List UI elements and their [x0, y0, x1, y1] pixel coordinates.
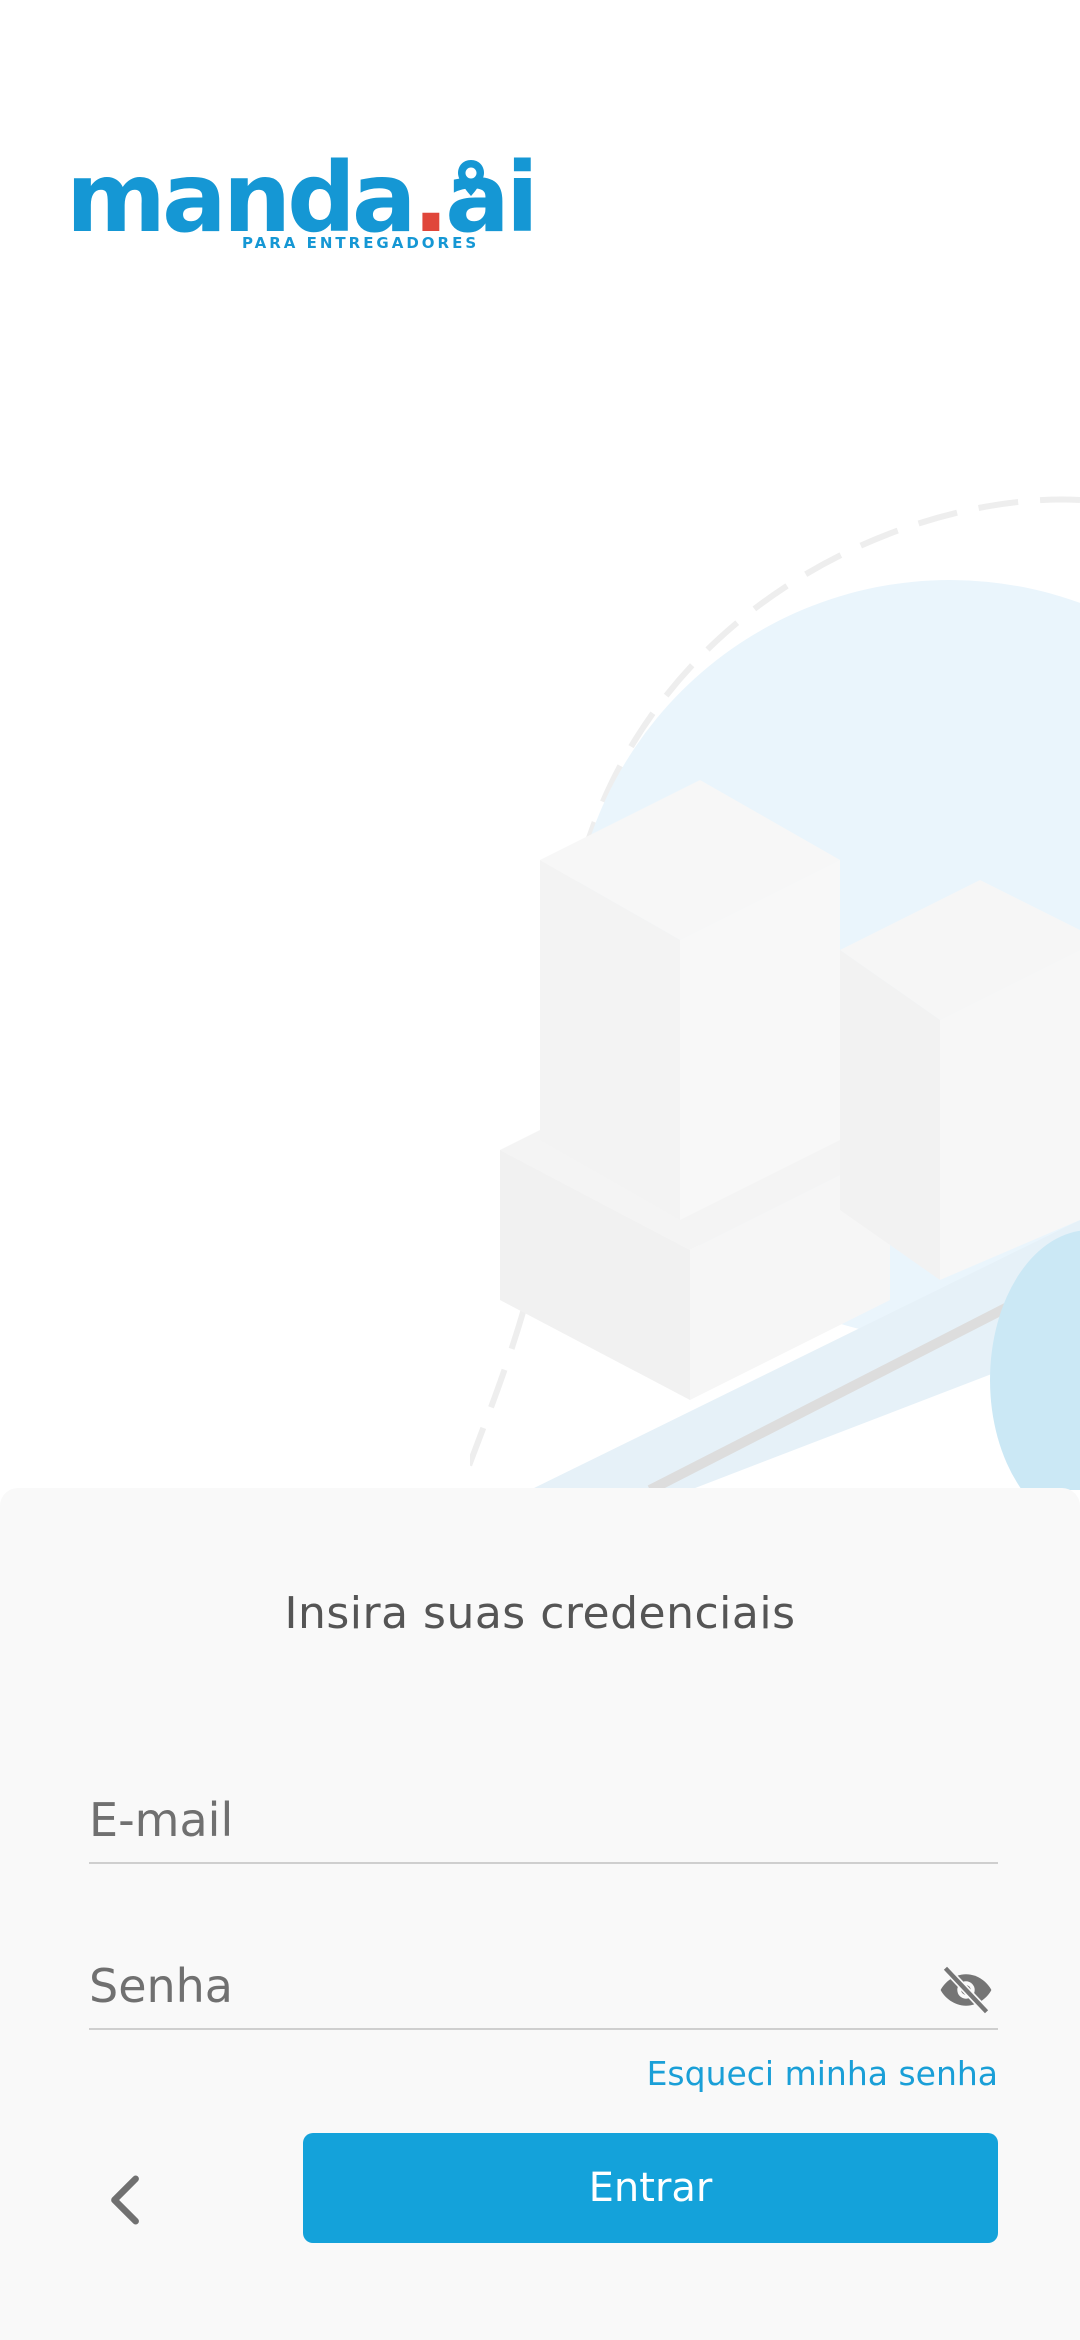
forgot-password-link[interactable]: Esqueci minha senha	[647, 2054, 998, 2093]
login-screen: manda.ai PARA ENTREGADORES Insira suas c…	[0, 0, 1080, 2340]
location-pin-icon	[458, 160, 484, 196]
password-field[interactable]	[89, 1956, 909, 2016]
password-field-container	[89, 1946, 998, 2030]
eye-off-icon	[940, 1965, 992, 2015]
login-button[interactable]: Entrar	[303, 2133, 998, 2243]
sheet-title: Insira suas credenciais	[284, 1588, 796, 1639]
login-sheet: Insira suas credenciais Esqueci minha se…	[0, 1488, 1080, 2340]
email-field-container	[89, 1780, 998, 1864]
delivery-boxes-illustration	[470, 496, 1080, 1490]
password-visibility-toggle[interactable]	[936, 1960, 996, 2020]
chevron-left-icon	[111, 2175, 139, 2225]
back-button[interactable]	[96, 2160, 156, 2240]
email-field[interactable]	[89, 1790, 909, 1850]
logo-tagline: PARA ENTREGADORES	[242, 234, 480, 252]
brand-logo: manda.ai PARA ENTREGADORES	[66, 150, 539, 260]
